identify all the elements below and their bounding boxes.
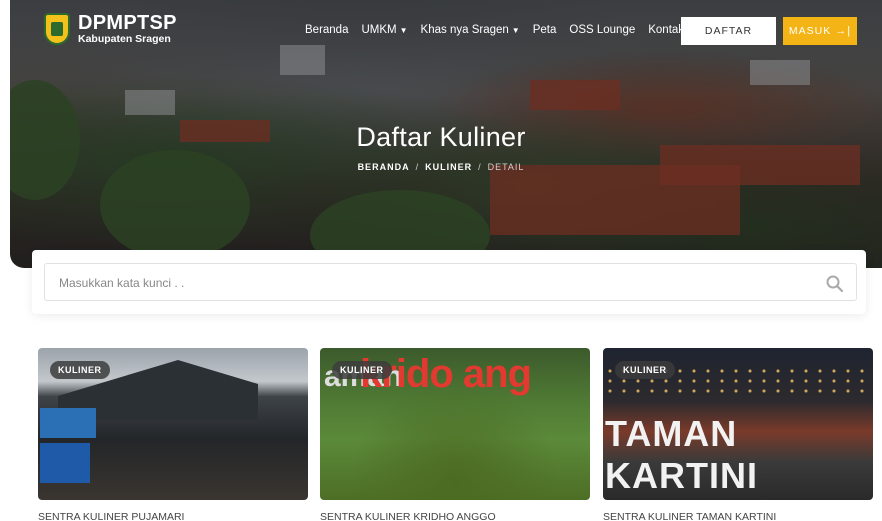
card-image[interactable]: aman krido ang KULINER <box>320 348 590 500</box>
card-title[interactable]: SENTRA KULINER KRIDHO ANGGO <box>320 511 590 521</box>
category-badge: KULINER <box>50 361 110 379</box>
image-sign-text: TAMAN KARTINI <box>605 413 758 496</box>
nav-item-khas[interactable]: Khas nya Sragen ▼ <box>421 24 520 36</box>
main-nav: Beranda UMKM ▼ Khas nya Sragen ▼ Peta OSS … <box>305 24 708 36</box>
hero-roof <box>530 80 620 110</box>
site-logo[interactable]: DPMPTSP Kabupaten Sragen <box>44 13 177 45</box>
search-box <box>44 263 857 301</box>
hero-house <box>750 60 810 85</box>
register-button[interactable]: DAFTAR <box>681 17 776 45</box>
nav-item-oss-lounge[interactable]: OSS Lounge <box>569 24 635 36</box>
nav-item-umkm[interactable]: UMKM ▼ <box>361 24 407 36</box>
search-panel <box>32 250 866 314</box>
category-badge: KULINER <box>615 361 675 379</box>
logo-title: DPMPTSP <box>78 12 177 35</box>
chevron-down-icon: ▼ <box>511 26 520 35</box>
category-badge: KULINER <box>332 361 392 379</box>
kuliner-card[interactable]: KULINER SENTRA KULINER PUJAMARI <box>38 348 308 521</box>
hero-house <box>125 90 175 115</box>
card-image[interactable]: TAMAN KARTINI KULINER <box>603 348 873 500</box>
kuliner-card[interactable]: aman krido ang KULINER SENTRA KULINER KR… <box>320 348 590 521</box>
search-icon[interactable] <box>825 274 845 294</box>
page-title: Daftar Kuliner <box>356 122 526 152</box>
sign-in-icon: →| <box>835 25 852 37</box>
breadcrumb-current: DETAIL <box>487 162 525 172</box>
login-button[interactable]: MASUK →| <box>783 17 857 45</box>
card-image[interactable]: KULINER <box>38 348 308 500</box>
logo-subtitle: Kabupaten Sragen <box>78 33 171 46</box>
site-header: DPMPTSP Kabupaten Sragen Beranda UMKM ▼ K… <box>0 0 882 62</box>
breadcrumb: BERANDA / KULINER / DETAIL <box>357 162 525 172</box>
kuliner-card[interactable]: TAMAN KARTINI KULINER SENTRA KULINER TAM… <box>603 348 873 521</box>
nav-item-peta[interactable]: Peta <box>533 24 557 36</box>
search-input[interactable] <box>59 273 779 293</box>
nav-item-beranda[interactable]: Beranda <box>305 24 348 36</box>
breadcrumb-kuliner[interactable]: KULINER <box>425 162 472 172</box>
card-title[interactable]: SENTRA KULINER TAMAN KARTINI <box>603 511 873 521</box>
chevron-down-icon: ▼ <box>399 26 408 35</box>
card-title[interactable]: SENTRA KULINER PUJAMARI <box>38 511 308 521</box>
breadcrumb-home[interactable]: BERANDA <box>358 162 410 172</box>
crest-icon <box>44 13 70 45</box>
